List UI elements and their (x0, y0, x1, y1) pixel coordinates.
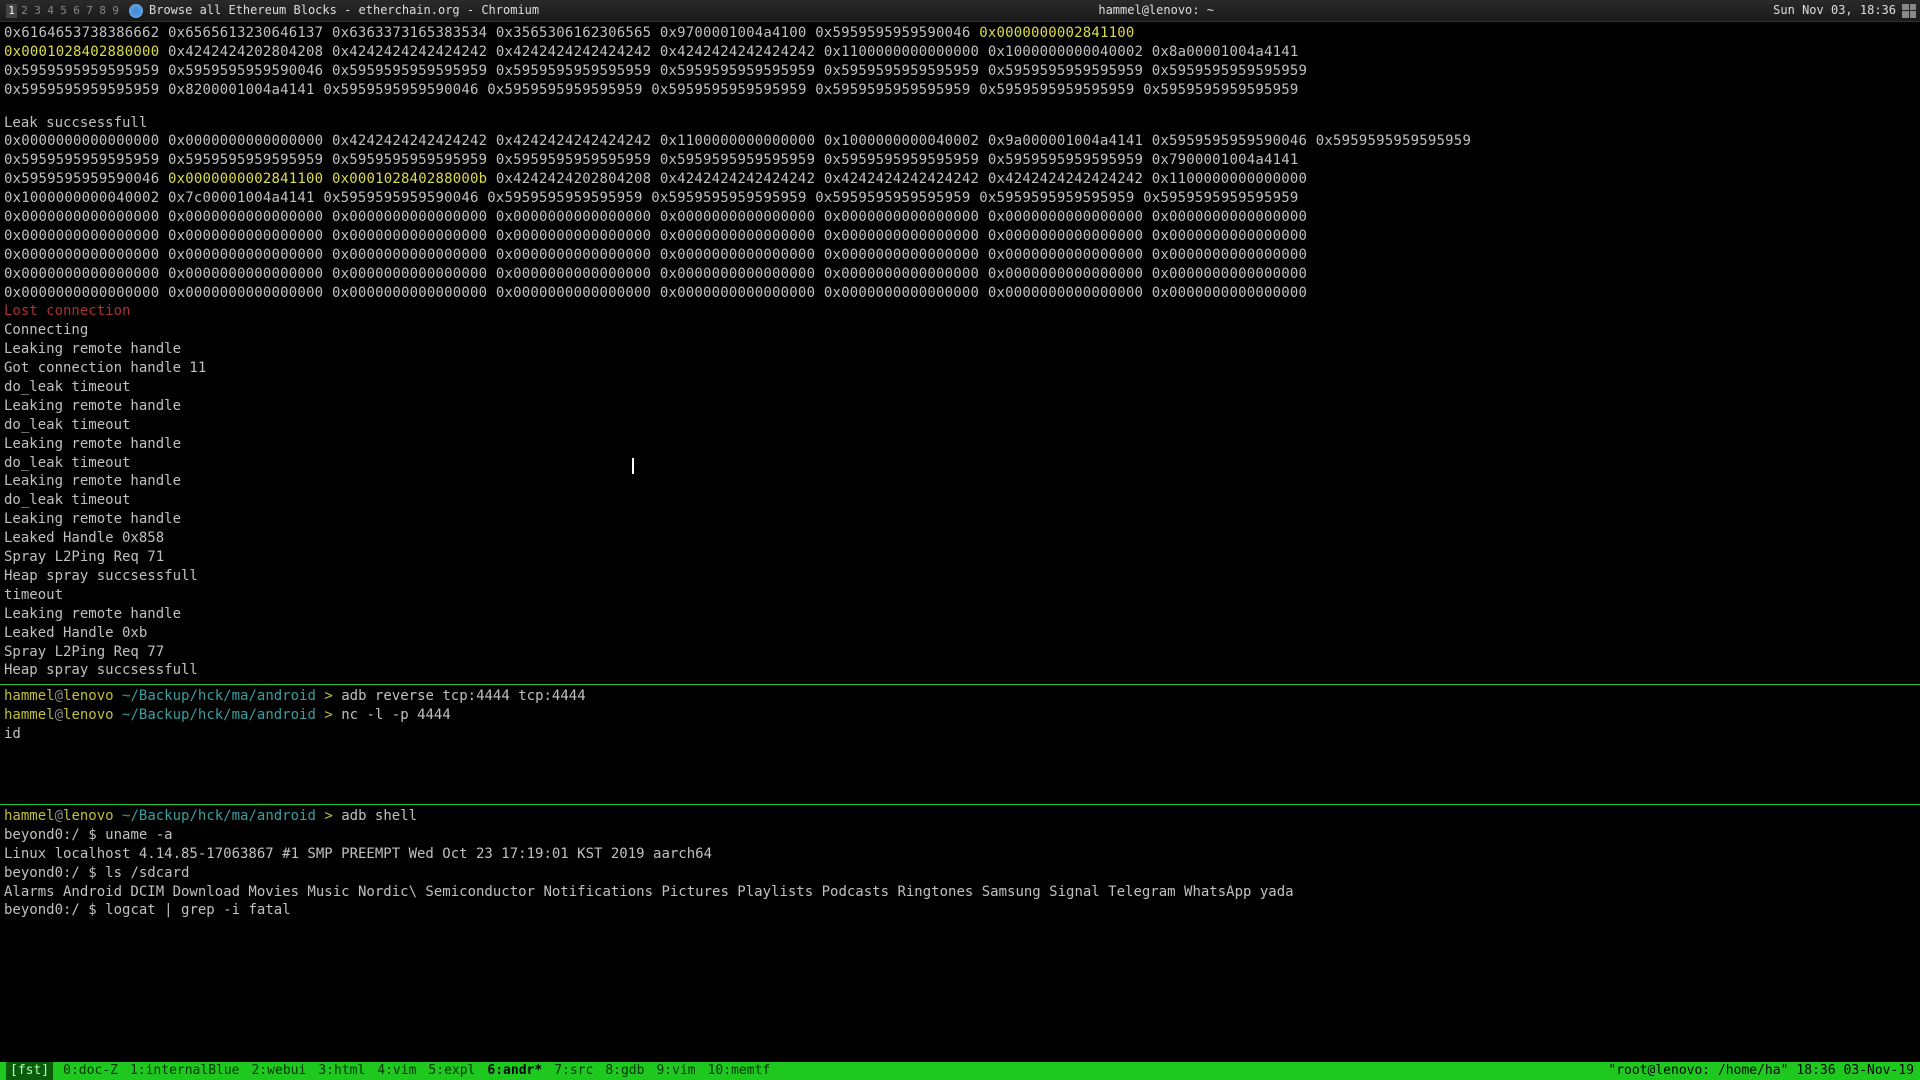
terminal-pane-bottom[interactable]: hammel@lenovo ~/Backup/hck/ma/android > … (0, 805, 1920, 1025)
log-line: do_leak timeout (4, 378, 1916, 397)
log-line: Leaking remote handle (4, 472, 1916, 491)
log-line: Spray L2Ping Req 71 (4, 548, 1916, 567)
workspace-switcher[interactable]: 1 2 3 4 5 6 7 8 9 (6, 4, 121, 18)
log-line: do_leak timeout (4, 491, 1916, 510)
chromium-icon (129, 4, 143, 18)
tmux-window[interactable]: 4:vim (377, 1062, 416, 1080)
output-line: Linux localhost 4.14.85-17063867 #1 SMP … (4, 845, 1916, 864)
log-line: Leaked Handle 0x858 (4, 529, 1916, 548)
hex-row: 0x5959595959590046 0x0000000002841100 0x… (4, 170, 1916, 189)
ws-8[interactable]: 8 (97, 4, 108, 18)
log-line: Leaking remote handle (4, 397, 1916, 416)
window-title: Browse all Ethereum Blocks - etherchain.… (149, 2, 539, 18)
tmux-window[interactable]: 5:expl (428, 1062, 475, 1080)
status-time: 18:36 (1796, 1062, 1835, 1080)
tmux-window[interactable]: 7:src (554, 1062, 593, 1080)
tmux-window[interactable]: 9:vim (656, 1062, 695, 1080)
shell-prompt-line: beyond0:/ $ ls /sdcard (4, 864, 1916, 883)
titlebar-center: hammel@lenovo: ~ (539, 2, 1773, 18)
tmux-window[interactable]: 10:memtf (708, 1062, 771, 1080)
log-line: Leaking remote handle (4, 340, 1916, 359)
hex-row: 0x0000000000000000 0x0000000000000000 0x… (4, 132, 1916, 151)
window-titlebar: 1 2 3 4 5 6 7 8 9 Browse all Ethereum Bl… (0, 0, 1920, 22)
hex-row: 0x0000000000000000 0x0000000000000000 0x… (4, 208, 1916, 227)
log-line: Leaking remote handle (4, 605, 1916, 624)
tmux-window[interactable]: 6:andr* (487, 1062, 542, 1080)
hex-row: 0x0000000000000000 0x0000000000000000 0x… (4, 265, 1916, 284)
log-line: do_leak timeout (4, 454, 1916, 473)
ws-3[interactable]: 3 (32, 4, 43, 18)
ws-6[interactable]: 6 (71, 4, 82, 18)
status-right: "root@lenovo: /home/ha" 18:36 03-Nov-19 (1608, 1062, 1914, 1080)
tmux-window[interactable]: 2:webui (252, 1062, 307, 1080)
log-line: Spray L2Ping Req 77 (4, 643, 1916, 662)
cmd-line: id (4, 725, 1916, 744)
ws-1[interactable]: 1 (6, 4, 17, 18)
log-line: Connecting (4, 321, 1916, 340)
terminal-pane-top[interactable]: 0x6164653738386662 0x6565613230646137 0x… (0, 22, 1920, 682)
hex-row: 0x0000000000000000 0x0000000000000000 0x… (4, 284, 1916, 303)
log-line: Leaked Handle 0xb (4, 624, 1916, 643)
tmux-window[interactable]: 3:html (318, 1062, 365, 1080)
terminal-pane-middle[interactable]: hammel@lenovo ~/Backup/hck/ma/android > … (0, 685, 1920, 802)
lost-connection-msg: Lost connection (4, 302, 1916, 321)
clock: Sun Nov 03, 18:36 (1773, 2, 1896, 18)
grid-icon[interactable] (1902, 4, 1916, 18)
log-line: Leaking remote handle (4, 435, 1916, 454)
status-host: "root@lenovo: /home/ha" (1608, 1062, 1788, 1080)
log-line: Heap spray succsessfull (4, 661, 1916, 680)
hex-row: 0x0000000000000000 0x0000000000000000 0x… (4, 246, 1916, 265)
ws-4[interactable]: 4 (45, 4, 56, 18)
log-line: do_leak timeout (4, 416, 1916, 435)
leak-msg: Leak succsessfull (4, 114, 1916, 133)
text-cursor (632, 458, 634, 474)
log-line: Got connection handle 11 (4, 359, 1916, 378)
status-date: 03-Nov-19 (1844, 1062, 1914, 1080)
prompt-line: hammel@lenovo ~/Backup/hck/ma/android > … (4, 706, 1916, 725)
hex-row: 0x6164653738386662 0x6565613230646137 0x… (4, 24, 1916, 43)
hex-row: 0x5959595959595959 0x8200001004a4141 0x5… (4, 81, 1916, 100)
hex-row: 0x0000000000000000 0x0000000000000000 0x… (4, 227, 1916, 246)
prompt-line: hammel@lenovo ~/Backup/hck/ma/android > … (4, 687, 1916, 706)
ws-5[interactable]: 5 (58, 4, 69, 18)
output-line: Alarms Android DCIM Download Movies Musi… (4, 883, 1916, 902)
tmux-statusbar: [fst] 0:doc-Z 1:internalBlue 2:webui 3:html… (0, 1062, 1920, 1080)
shell-prompt-line: beyond0:/ $ logcat | grep -i fatal (4, 901, 1916, 920)
status-windows[interactable]: 0:doc-Z 1:internalBlue 2:webui 3:html 4:vim 5… (63, 1062, 770, 1080)
tmux-window[interactable]: 8:gdb (605, 1062, 644, 1080)
status-session: [fst] (6, 1062, 53, 1080)
ws-2[interactable]: 2 (19, 4, 30, 18)
hex-row: 0x1000000000040002 0x7c00001004a4141 0x5… (4, 189, 1916, 208)
tmux-window[interactable]: 1:internalBlue (130, 1062, 240, 1080)
tmux-window[interactable]: 0:doc-Z (63, 1062, 118, 1080)
ws-7[interactable]: 7 (84, 4, 95, 18)
hex-row: 0x5959595959595959 0x5959595959590046 0x… (4, 62, 1916, 81)
hex-row: 0x5959595959595959 0x5959595959595959 0x… (4, 151, 1916, 170)
prompt-line: hammel@lenovo ~/Backup/hck/ma/android > … (4, 807, 1916, 826)
log-line: timeout (4, 586, 1916, 605)
shell-prompt-line: beyond0:/ $ uname -a (4, 826, 1916, 845)
log-line: Leaking remote handle (4, 510, 1916, 529)
log-line: Heap spray succsessfull (4, 567, 1916, 586)
hex-row: 0x0001028402880000 0x4242424202804208 0x… (4, 43, 1916, 62)
ws-9[interactable]: 9 (110, 4, 121, 18)
